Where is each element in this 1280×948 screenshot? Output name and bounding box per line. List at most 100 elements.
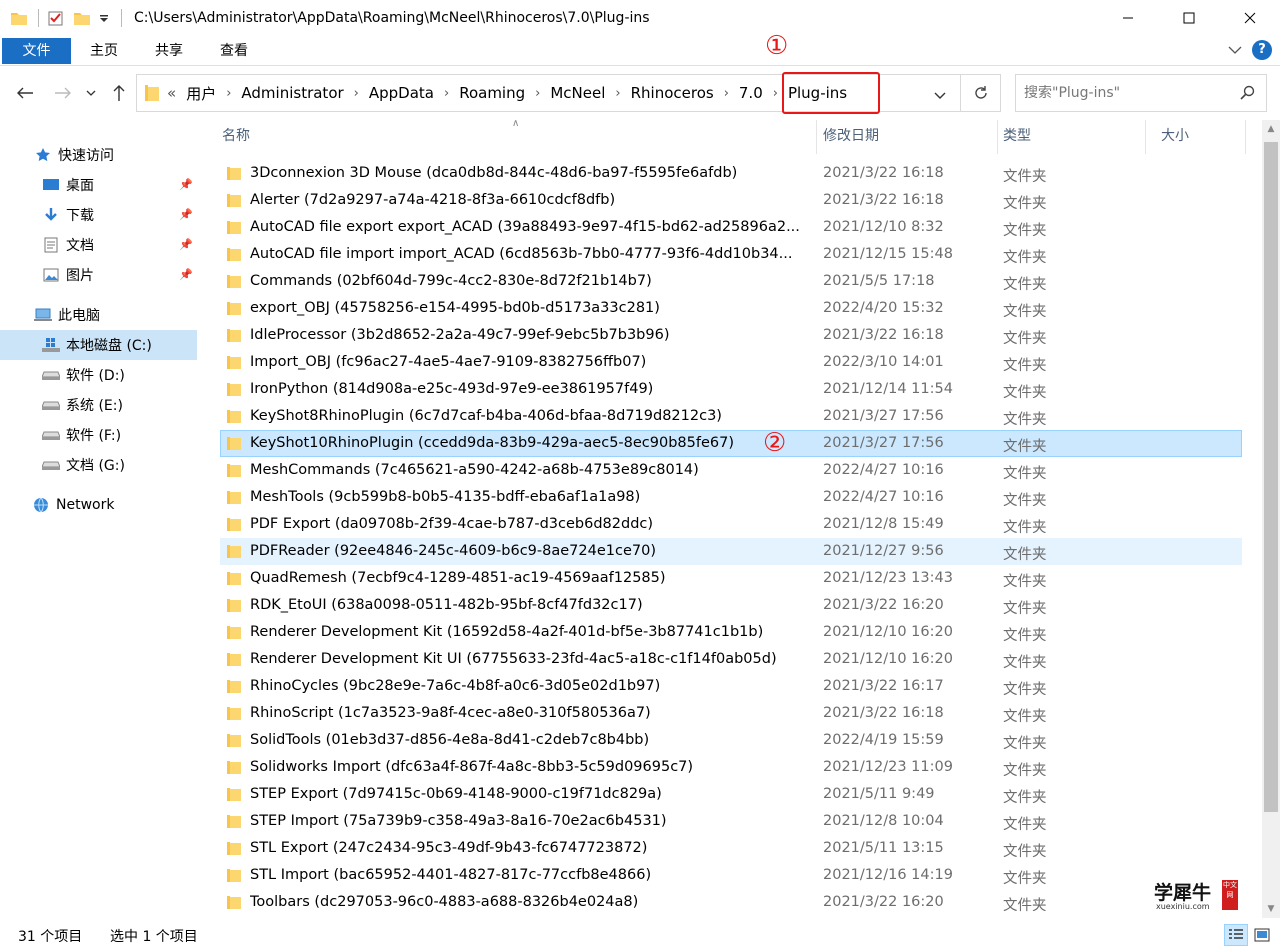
sidebar-item-network[interactable]: Network	[0, 490, 197, 520]
column-header-date[interactable]: 修改日期	[817, 120, 997, 154]
address-bar[interactable]: « 用户 › Administrator › AppData › Roaming…	[136, 72, 961, 114]
breadcrumb-users[interactable]: 用户	[186, 83, 216, 104]
table-row[interactable]: STL Import (bac65952-4401-4827-817c-77cc…	[220, 862, 1242, 889]
folder-icon	[227, 356, 241, 369]
table-row[interactable]: RhinoCycles (9bc28e9e-7a6c-4b8f-a0c6-3d0…	[220, 673, 1242, 700]
breadcrumb-mcneel[interactable]: McNeel	[550, 84, 605, 102]
pin-icon[interactable]: 📌	[179, 268, 193, 281]
file-date: 2021/12/16 14:19	[823, 867, 953, 883]
column-header-name[interactable]: 名称	[216, 120, 816, 154]
table-row[interactable]: SolidTools (01eb3d37-d856-4e8a-8d41-c2de…	[220, 727, 1242, 754]
table-row[interactable]: PDFReader (92ee4846-245c-4609-b6c9-8ae72…	[220, 538, 1242, 565]
details-view-button[interactable]	[1224, 924, 1248, 946]
pin-icon[interactable]: 📌	[179, 178, 193, 191]
chevron-right-icon[interactable]: ›	[615, 86, 620, 101]
table-row[interactable]: MeshTools (9cb599b8-b0b5-4135-bdff-eba6a…	[220, 484, 1242, 511]
sidebar-item-drive-g[interactable]: 文档 (G:)	[0, 450, 197, 480]
table-row[interactable]: IronPython (814d908a-e25c-493d-97e9-ee38…	[220, 376, 1242, 403]
table-row[interactable]: KeyShot10RhinoPlugin (ccedd9da-83b9-429a…	[220, 430, 1242, 457]
large-icons-view-button[interactable]	[1250, 924, 1274, 946]
refresh-button[interactable]	[961, 74, 1001, 112]
table-row[interactable]: export_OBJ (45758256-e154-4995-bd0b-d517…	[220, 295, 1242, 322]
sidebar-item-downloads[interactable]: 下载 📌	[0, 200, 197, 230]
folder-icon	[227, 545, 241, 558]
up-button[interactable]	[108, 82, 130, 104]
new-folder-icon[interactable]	[73, 9, 91, 27]
tab-file[interactable]: 文件	[2, 38, 71, 64]
table-row[interactable]: STEP Export (7d97415c-0b69-4148-9000-c19…	[220, 781, 1242, 808]
pin-icon[interactable]: 📌	[179, 208, 193, 221]
breadcrumb-rhinoceros[interactable]: Rhinoceros	[631, 84, 714, 102]
customize-dropdown-icon[interactable]	[99, 9, 109, 27]
sidebar-item-desktop[interactable]: 桌面 📌	[0, 170, 197, 200]
table-row[interactable]: KeyShot8RhinoPlugin (6c7d7caf-b4ba-406d-…	[220, 403, 1242, 430]
file-name: STEP Import (75a739b9-c358-49a3-8a16-70e…	[250, 813, 667, 829]
table-row[interactable]: Import_OBJ (fc96ac27-4ae5-4ae7-9109-8382…	[220, 349, 1242, 376]
chevron-right-icon[interactable]: ›	[773, 86, 778, 101]
drive-icon	[42, 397, 60, 413]
table-row[interactable]: STEP Import (75a739b9-c358-49a3-8a16-70e…	[220, 808, 1242, 835]
table-row[interactable]: MeshCommands (7c465621-a590-4242-a68b-47…	[220, 457, 1242, 484]
chevron-right-icon[interactable]: ›	[535, 86, 540, 101]
breadcrumb-version[interactable]: 7.0	[739, 84, 763, 102]
scroll-up-icon[interactable]: ▲	[1262, 120, 1280, 138]
expand-ribbon-icon[interactable]	[1228, 45, 1242, 55]
scrollbar-thumb[interactable]	[1264, 142, 1278, 812]
table-row[interactable]: PDF Export (da09708b-2f39-4cae-b787-d3ce…	[220, 511, 1242, 538]
breadcrumb-administrator[interactable]: Administrator	[241, 84, 343, 102]
table-row[interactable]: IdleProcessor (3b2d8652-2a2a-49c7-99ef-9…	[220, 322, 1242, 349]
chevron-right-icon[interactable]: ›	[724, 86, 729, 101]
pin-icon[interactable]: 📌	[179, 238, 193, 251]
close-button[interactable]	[1219, 0, 1280, 36]
scroll-down-icon[interactable]: ▼	[1262, 900, 1280, 918]
minimize-button[interactable]	[1097, 0, 1158, 36]
sidebar-item-quick-access[interactable]: 快速访问	[0, 140, 197, 170]
chevron-right-icon[interactable]: ›	[226, 86, 231, 101]
table-row[interactable]: STL Export (247c2434-95c3-49df-9b43-fc67…	[220, 835, 1242, 862]
table-row[interactable]: RhinoScript (1c7a3523-9a8f-4cec-a8e0-310…	[220, 700, 1242, 727]
search-input[interactable]	[1024, 85, 1234, 101]
column-header-size[interactable]: 大小	[1155, 120, 1245, 154]
table-row[interactable]: Commands (02bf604d-799c-4cc2-830e-8d72f2…	[220, 268, 1242, 295]
tab-share[interactable]: 共享	[139, 38, 199, 64]
breadcrumb-roaming[interactable]: Roaming	[459, 84, 525, 102]
sidebar-item-label: 软件 (D:)	[66, 368, 125, 384]
table-row[interactable]: 3Dconnexion 3D Mouse (dca0db8d-844c-48d6…	[220, 160, 1242, 187]
table-row[interactable]: Alerter (7d2a9297-a74a-4218-8f3a-6610cdc…	[220, 187, 1242, 214]
back-button[interactable]	[14, 82, 36, 104]
table-row[interactable]: Renderer Development Kit (16592d58-4a2f-…	[220, 619, 1242, 646]
sidebar-item-drive-d[interactable]: 软件 (D:)	[0, 360, 197, 390]
tab-home[interactable]: 主页	[74, 38, 134, 64]
table-row[interactable]: AutoCAD file import import_ACAD (6cd8563…	[220, 241, 1242, 268]
search-box[interactable]	[1015, 74, 1267, 112]
table-row[interactable]: Toolbars (dc297053-96c0-4883-a688-8326b4…	[220, 889, 1242, 916]
sidebar-item-drive-f[interactable]: 软件 (F:)	[0, 420, 197, 450]
sidebar-item-pictures[interactable]: 图片 📌	[0, 260, 197, 290]
chevron-right-icon[interactable]: ›	[354, 86, 359, 101]
maximize-button[interactable]	[1158, 0, 1219, 36]
table-row[interactable]: AutoCAD file export export_ACAD (39a8849…	[220, 214, 1242, 241]
sidebar-item-documents[interactable]: 文档 📌	[0, 230, 197, 260]
column-divider[interactable]	[1145, 120, 1146, 154]
table-row[interactable]: QuadRemesh (7ecbf9c4-1289-4851-ac19-4569…	[220, 565, 1242, 592]
table-row[interactable]: Renderer Development Kit UI (67755633-23…	[220, 646, 1242, 673]
tab-view[interactable]: 查看	[204, 38, 264, 64]
table-row[interactable]: RDK_EtoUI (638a0098-0511-482b-95bf-8cf47…	[220, 592, 1242, 619]
chevron-right-icon[interactable]: ›	[444, 86, 449, 101]
sidebar-item-this-pc[interactable]: 此电脑	[0, 300, 197, 330]
properties-icon[interactable]	[47, 9, 65, 27]
recent-locations-button[interactable]	[84, 82, 98, 104]
column-header-type[interactable]: 类型	[997, 120, 1145, 154]
column-divider[interactable]	[1245, 120, 1246, 154]
breadcrumb-appdata[interactable]: AppData	[369, 84, 434, 102]
sidebar-item-drive-e[interactable]: 系统 (E:)	[0, 390, 197, 420]
table-row[interactable]: Solidworks Import (dfc63a4f-867f-4a8c-8b…	[220, 754, 1242, 781]
forward-button[interactable]	[52, 82, 74, 104]
vertical-scrollbar[interactable]: ▲ ▼	[1262, 120, 1280, 918]
file-type: 文件夹	[1003, 844, 1047, 860]
help-icon[interactable]: ?	[1252, 40, 1272, 60]
search-icon[interactable]	[1240, 85, 1256, 105]
address-dropdown-icon[interactable]	[934, 88, 946, 104]
sidebar-item-drive-c[interactable]: 本地磁盘 (C:)	[0, 330, 197, 360]
breadcrumb-overflow[interactable]: «	[167, 84, 176, 102]
